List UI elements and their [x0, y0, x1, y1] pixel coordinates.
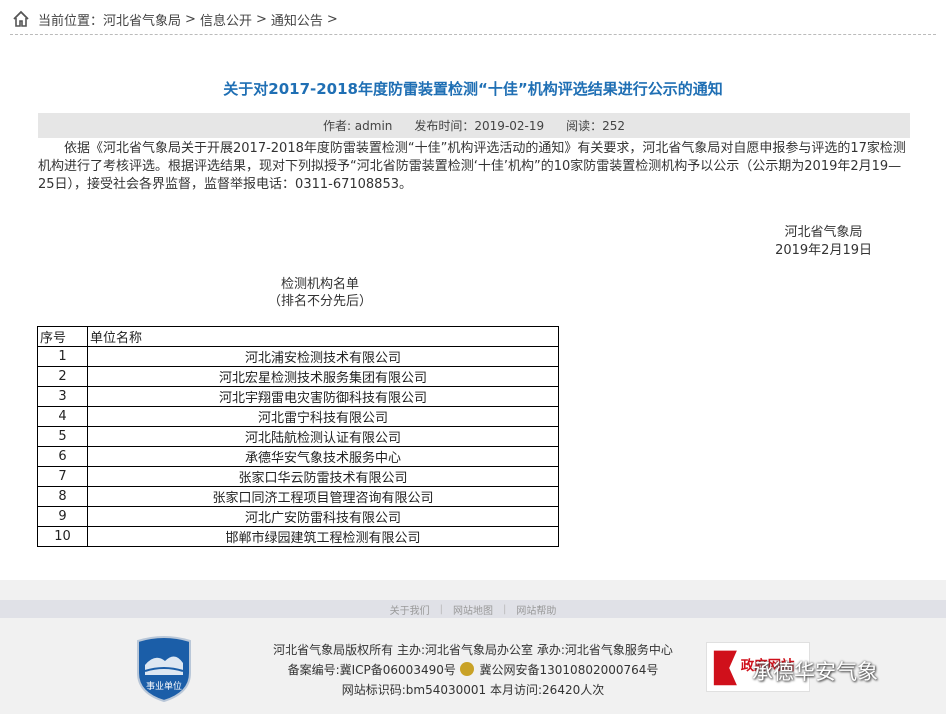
- article-read-count: 阅读：252: [566, 119, 626, 133]
- table-row: 10 邯郸市绿园建筑工程检测有限公司: [37, 526, 559, 547]
- article-meta-bar: 作者: admin 发布时间：2019-02-19 阅读：252: [38, 113, 910, 138]
- footer-police-record[interactable]: 冀公网安备13010802000764号: [480, 663, 659, 677]
- footer-spacer: [0, 580, 946, 600]
- footer-link-help[interactable]: 网站帮助: [516, 602, 556, 617]
- footer-link-sitemap[interactable]: 网站地图: [453, 602, 493, 617]
- table-cell-name: 河北陆航检测认证有限公司: [87, 426, 559, 447]
- table-cell-number: 9: [37, 506, 88, 527]
- table-cell-name: 张家口同济工程项目管理咨询有限公司: [87, 486, 559, 507]
- table-header-name: 单位名称: [87, 326, 559, 347]
- breadcrumb: 当前位置： 河北省气象局 > 信息公开 > 通知公告 >: [12, 8, 342, 30]
- table-cell-number: 3: [37, 386, 88, 407]
- table-row: 6 承德华安气象技术服务中心: [37, 446, 559, 467]
- list-subtitle: （排名不分先后）: [267, 294, 372, 309]
- footer-icp[interactable]: 备案编号:冀ICP备06003490号: [288, 663, 456, 677]
- table-cell-number: 5: [37, 426, 88, 447]
- police-emblem-icon: [459, 662, 474, 676]
- footer-link-divider: |: [503, 603, 507, 615]
- table-cell-number: 2: [37, 366, 88, 387]
- article-signature: 河北省气象局 2019年2月19日: [775, 224, 872, 260]
- footer-link-about[interactable]: 关于我们: [390, 602, 430, 617]
- table-cell-number: 10: [37, 526, 88, 547]
- signer-org: 河北省气象局: [784, 225, 863, 240]
- breadcrumb-item-info[interactable]: 信息公开: [200, 10, 252, 29]
- table-cell-name: 承德华安气象技术服务中心: [87, 446, 559, 467]
- table-row: 9 河北广安防雷科技有限公司: [37, 506, 559, 527]
- table-cell-name: 河北宏星检测技术服务集团有限公司: [87, 366, 559, 387]
- table-cell-name: 邯郸市绿园建筑工程检测有限公司: [87, 526, 559, 547]
- breadcrumb-separator: >: [326, 11, 338, 27]
- article-title: 关于对2017-2018年度防雷装置检测“十佳”机构评选结果进行公示的通知: [223, 80, 723, 98]
- table-row: 8 张家口同济工程项目管理咨询有限公司: [37, 486, 559, 507]
- table-row: 3 河北宇翔雷电灾害防御科技有限公司: [37, 386, 559, 407]
- table-row: 2 河北宏星检测技术服务集团有限公司: [37, 366, 559, 387]
- breadcrumb-divider: [10, 34, 936, 35]
- table-cell-name: 张家口华云防雷技术有限公司: [87, 466, 559, 487]
- breadcrumb-separator: >: [255, 11, 267, 27]
- table-cell-name: 河北宇翔雷电灾害防御科技有限公司: [87, 386, 559, 407]
- breadcrumb-prefix: 当前位置：: [38, 13, 104, 29]
- organizations-table: 序号 单位名称 1 河北浦安检测技术有限公司 2 河北宏星检测技术服务集团有限公司 …: [37, 326, 559, 547]
- table-cell-number: 1: [37, 346, 88, 367]
- table-cell-number: 6: [37, 446, 88, 467]
- table-cell-number: 4: [37, 406, 88, 427]
- footer-link-divider: |: [439, 603, 443, 615]
- home-icon[interactable]: [12, 10, 30, 28]
- table-row: 1 河北浦安检测技术有限公司: [37, 346, 559, 367]
- table-row: 4 河北雷宁科技有限公司: [37, 406, 559, 427]
- table-header-row: 序号 单位名称: [37, 326, 559, 347]
- article-author: 作者: admin: [322, 119, 393, 133]
- table-cell-name: 河北浦安检测技术有限公司: [87, 346, 559, 367]
- signer-date: 2019年2月19日: [775, 243, 872, 258]
- table-header-number: 序号: [37, 326, 88, 347]
- list-title: 检测机构名单: [280, 277, 359, 292]
- table-cell-number: 7: [37, 466, 88, 487]
- article-body: 依据《河北省气象局关于开展2017-2018年度防雷装置检测“十佳”机构评选活动…: [38, 141, 906, 192]
- watermark: 承德华安气象: [752, 660, 878, 684]
- table-row: 5 河北陆航检测认证有限公司: [37, 426, 559, 447]
- list-heading: 检测机构名单 （排名不分先后）: [250, 276, 390, 310]
- article-publish-time: 发布时间：2019-02-19: [414, 119, 545, 133]
- breadcrumb-item-notices[interactable]: 通知公告: [271, 10, 323, 29]
- breadcrumb-separator: >: [185, 11, 196, 27]
- table-cell-number: 8: [37, 486, 88, 507]
- table-cell-name: 河北雷宁科技有限公司: [87, 406, 559, 427]
- table-cell-name: 河北广安防雷科技有限公司: [87, 506, 559, 527]
- table-row: 7 张家口华云防雷技术有限公司: [37, 466, 559, 487]
- breadcrumb-item-bureau[interactable]: 河北省气象局: [103, 10, 181, 29]
- footer-links: 关于我们 | 网站地图 | 网站帮助: [0, 600, 946, 618]
